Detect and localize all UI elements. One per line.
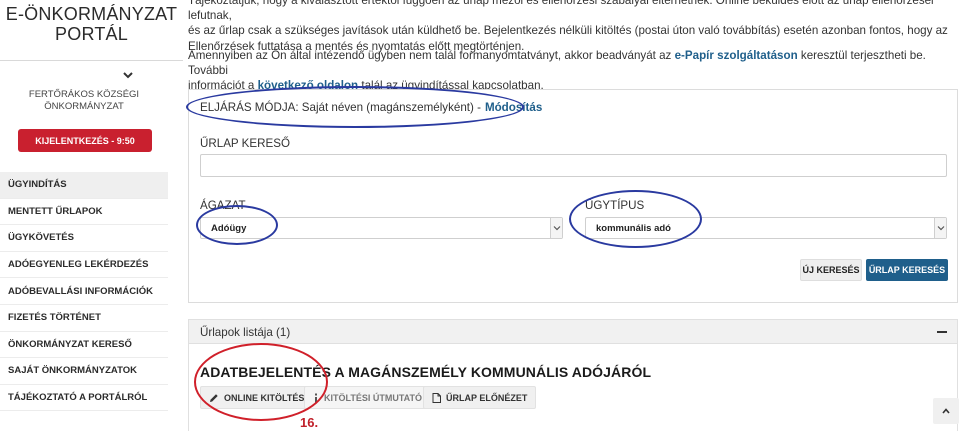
sidebar-item-fizetes-tortenet[interactable]: FIZETÉS TÖRTÉNET [0,305,168,332]
search-card: ELJÁRÁS MÓDJA: Saját néven (magánszemély… [188,89,958,303]
sector-select-value: Adóügy [211,222,247,234]
sector-label: ÁGAZAT [200,199,246,212]
form-search-label: ŰRLAP KERESŐ [200,137,290,150]
sidebar: E-ÖNKORMÁNYZAT PORTÁL FERTŐRÁKOS KÖZSÉGI… [0,0,183,431]
epapir-paragraph: Amennyiben az Ön által intézendő ügyben … [188,48,958,94]
logo-line-1: E-ÖNKORMÁNYZAT [5,4,178,24]
sidebar-divider [0,60,183,61]
sector-select[interactable]: Adóügy [200,217,563,239]
procedure-mode: ELJÁRÁS MÓDJA: Saját néven (magánszemély… [200,101,542,114]
epapir-text-a: Amennyiben az Ön által intézendő ügyben … [188,49,672,62]
procedure-mode-text: ELJÁRÁS MÓDJA: Saját néven (magánszemély… [200,101,481,114]
form-title: ADATBEJELENTÉS A MAGÁNSZEMÉLY KOMMUNÁLIS… [200,364,652,380]
chevron-up-icon [942,408,950,414]
form-preview-label: ŰRLAP ELŐNÉZET [446,392,528,403]
epapir-link[interactable]: e-Papír szolgáltatáson [675,49,798,62]
sidebar-nav: ÜGYINDÍTÁS MENTETT ŰRLAPOK ÜGYKÖVETÉS AD… [0,172,168,412]
new-search-button[interactable]: ÚJ KERESÉS [800,259,862,281]
sidebar-item-ugykovetes[interactable]: ÜGYKÖVETÉS [0,225,168,252]
main-content: Tájékoztatjuk, hogy a kiválasztott érték… [188,0,960,431]
form-search-input[interactable] [200,154,947,177]
logout-button[interactable]: KIJELENTKEZÉS - 9:50 [18,129,152,152]
sidebar-item-onkormanyzat-kereso[interactable]: ÖNKORMÁNYZAT KERESŐ [0,332,168,359]
annotation-step-number: 16. [300,415,319,430]
modify-link[interactable]: Módosítás [485,101,542,114]
form-preview-button[interactable]: ŰRLAP ELŐNÉZET [423,386,537,409]
case-type-label: ÜGYTÍPUS [585,199,645,212]
organization-name: FERTŐRÁKOS KÖZSÉGI ÖNKORMÁNYZAT [0,89,168,113]
info-icon [315,393,317,402]
scroll-to-top-button[interactable] [933,398,959,424]
org-line-1: FERTŐRÁKOS KÖZSÉGI [28,89,140,100]
sidebar-item-ugyinditas[interactable]: ÜGYINDÍTÁS [0,172,168,199]
chevron-down-icon[interactable] [121,68,135,82]
org-line-2: ÖNKORMÁNYZAT [44,101,124,112]
intro-line-1: Tájékoztatjuk, hogy a kiválasztott érték… [188,0,934,23]
online-fill-label: ONLINE KITÖLTÉS [224,392,305,403]
file-icon [432,392,441,403]
fill-guide-label: KITÖLTÉSI ÚTMUTATÓ [324,392,422,403]
form-search-button[interactable]: ŰRLAP KERESÉS [866,259,948,281]
case-type-select-value: kommunális adó [596,222,671,234]
chevron-down-icon[interactable] [550,218,562,238]
intro-paragraph: Tájékoztatjuk, hogy a kiválasztott érték… [188,0,958,54]
form-list-header[interactable]: Űrlapok listája (1) [188,319,958,344]
online-fill-button[interactable]: ONLINE KITÖLTÉS [200,386,314,409]
pencil-icon [210,393,218,402]
sidebar-item-tajekoztato[interactable]: TÁJÉKOZTATÓ A PORTÁLRÓL [0,385,168,412]
intro-line-2: és az űrlap csak a szükséges javítások u… [188,24,948,38]
sidebar-item-sajat-onkormanyzatok[interactable]: SAJÁT ÖNKORMÁNYZATOK [0,358,168,385]
chevron-down-icon[interactable] [934,218,946,238]
form-list-title: Űrlapok listája (1) [200,326,291,339]
sidebar-item-mentett-urlapok[interactable]: MENTETT ŰRLAPOK [0,199,168,226]
collapse-icon[interactable] [937,331,947,333]
case-type-select[interactable]: kommunális adó [585,217,947,239]
sidebar-item-adobevallasi[interactable]: ADÓBEVALLÁSI INFORMÁCIÓK [0,278,168,305]
logo-line-2: PORTÁL [55,24,128,44]
sidebar-item-adoegyenleg[interactable]: ADÓEGYENLEG LEKÉRDEZÉS [0,252,168,279]
portal-logo[interactable]: E-ÖNKORMÁNYZAT PORTÁL [0,4,183,44]
fill-guide-button[interactable]: KITÖLTÉSI ÚTMUTATÓ [304,386,431,409]
